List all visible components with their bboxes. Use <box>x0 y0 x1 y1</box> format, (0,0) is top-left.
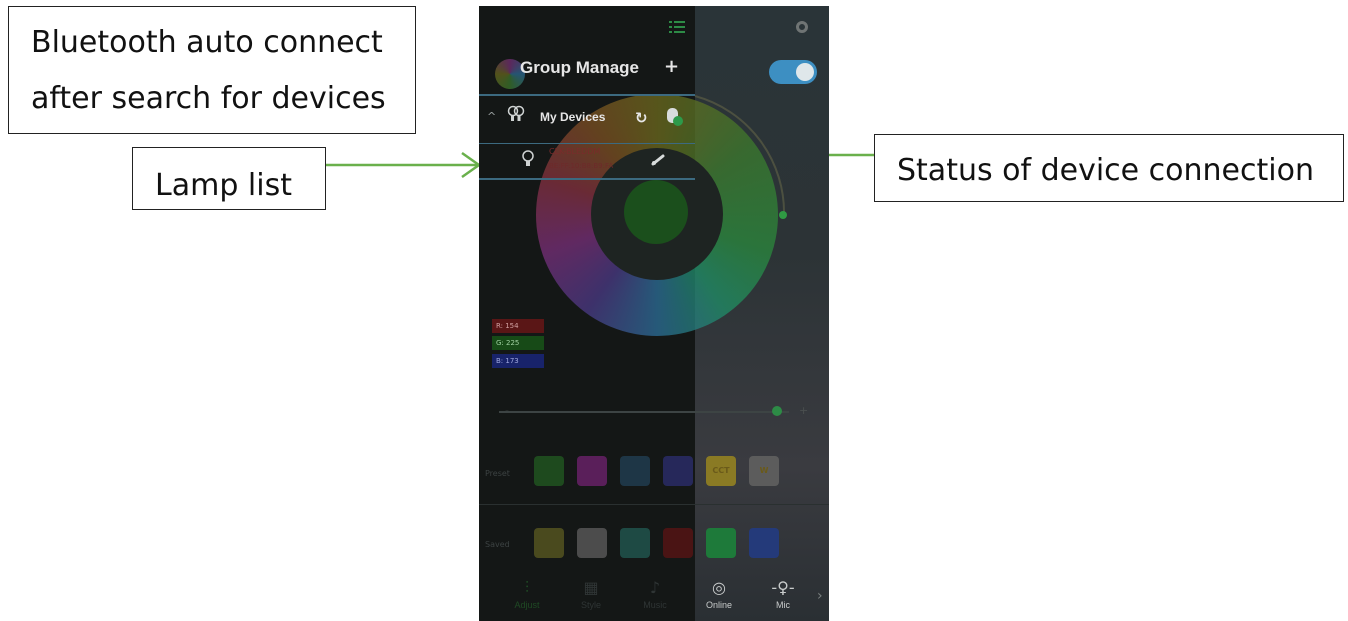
top-bar <box>479 6 829 50</box>
timer-icon: ◎ <box>712 578 726 597</box>
color-swatch[interactable] <box>534 456 564 486</box>
color-swatch[interactable] <box>663 528 693 558</box>
tab-music[interactable]: ♪ Music <box>627 576 683 610</box>
list-icon[interactable] <box>669 20 685 34</box>
sliders-icon: ⫶ <box>524 578 529 597</box>
divider <box>479 94 695 96</box>
color-swatch[interactable]: CCT <box>706 456 736 486</box>
phone-screen: Group Manage + ^ My Devices ↻ CLK-BLEDDM… <box>479 6 829 621</box>
power-toggle[interactable] <box>769 60 817 84</box>
color-swatch[interactable] <box>620 456 650 486</box>
device-name[interactable]: CLK-BLEDDM <box>549 147 600 156</box>
link-icon[interactable] <box>651 154 665 166</box>
preset-row-label: Preset <box>485 469 510 478</box>
tab-label: Online <box>705 600 732 610</box>
tab-label: Style <box>580 600 601 610</box>
device-mac: BE:FF:10:B8:B9:FA <box>549 162 614 170</box>
divider <box>479 178 695 180</box>
device-group-label[interactable]: My Devices <box>540 110 605 124</box>
tab-label: Mic <box>776 600 790 610</box>
grid-icon: ▦ <box>583 578 599 597</box>
color-swatch[interactable] <box>663 456 693 486</box>
lamps-icon <box>507 105 525 121</box>
saved-row-label: Saved <box>485 540 510 549</box>
tab-mic[interactable]: -♀- Mic <box>755 576 811 610</box>
microphone-icon: -♀- <box>771 578 795 597</box>
color-swatch[interactable] <box>749 528 779 558</box>
gear-icon[interactable] <box>796 21 808 33</box>
brightness-slider[interactable] <box>499 411 789 413</box>
color-swatch[interactable] <box>577 528 607 558</box>
brightness-knob[interactable] <box>779 211 787 219</box>
tab-adjust[interactable]: ⫶ Adjust <box>499 576 555 610</box>
tab-online[interactable]: ◎ Online <box>691 576 747 610</box>
tab-style[interactable]: ▦ Style <box>563 576 619 610</box>
add-group-button[interactable]: + <box>664 56 679 77</box>
rgb-blue-value: B: 173 <box>492 354 544 368</box>
color-swatch[interactable] <box>534 528 564 558</box>
tab-label: Music <box>643 600 667 610</box>
group-manage-title[interactable]: Group Manage <box>520 58 639 78</box>
divider <box>479 504 829 505</box>
slider-plus[interactable]: + <box>799 404 808 417</box>
divider <box>479 143 695 144</box>
music-note-icon: ♪ <box>649 578 661 597</box>
color-swatch[interactable] <box>706 528 736 558</box>
rgb-green-value: G: 225 <box>492 336 544 350</box>
color-swatch[interactable]: W <box>749 456 779 486</box>
color-swatch[interactable] <box>577 456 607 486</box>
chevron-up-icon[interactable]: ^ <box>487 110 496 123</box>
refresh-icon[interactable]: ↻ <box>635 109 648 127</box>
bluetooth-status-icon[interactable] <box>665 107 683 127</box>
tab-label: Adjust <box>514 600 540 610</box>
lamp-icon <box>522 150 534 166</box>
rgb-red-value: R: 154 <box>492 319 544 333</box>
bottom-tab-bar: ⫶ Adjust ▦ Style ♪ Music ◎ Online -♀- Mic <box>479 576 829 621</box>
chevron-right-icon[interactable]: › <box>817 588 823 604</box>
color-swatch[interactable] <box>620 528 650 558</box>
